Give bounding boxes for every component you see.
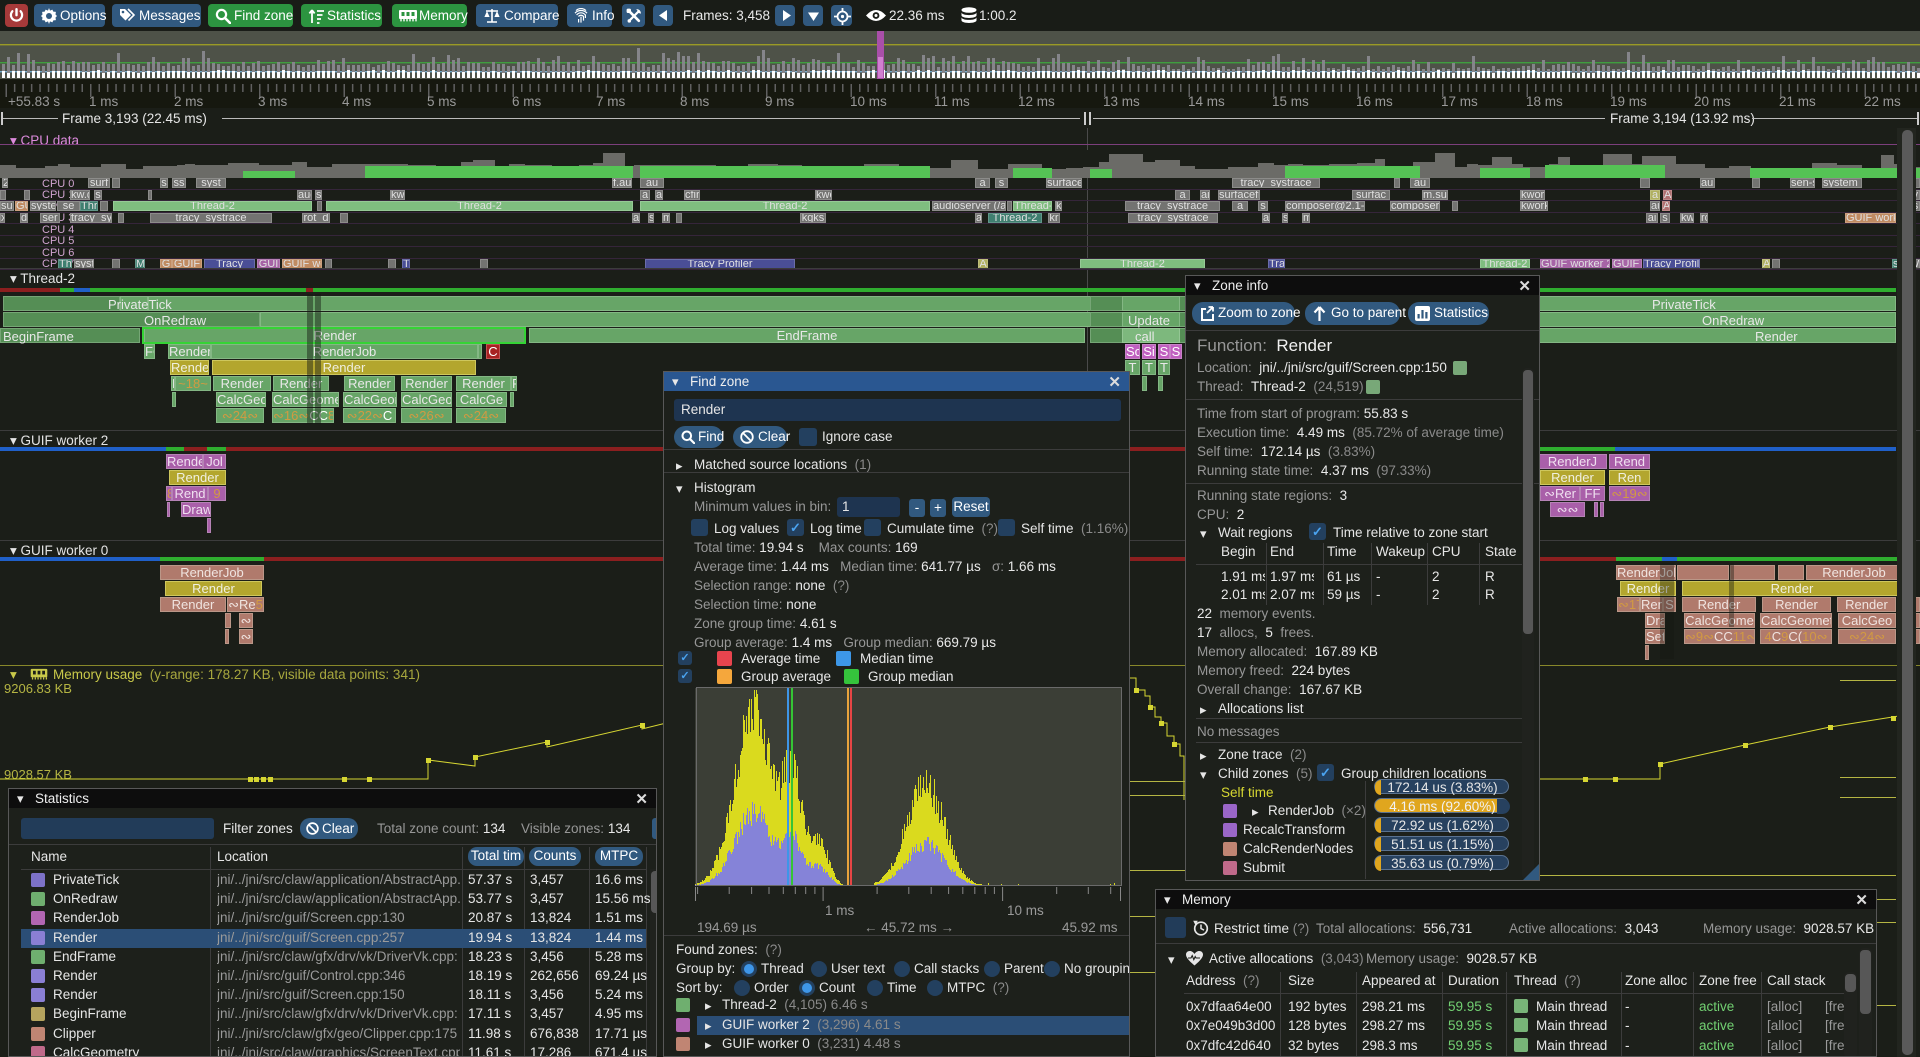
svg-text:1 ms: 1 ms (89, 94, 119, 108)
svg-text:5 ms: 5 ms (427, 94, 457, 108)
svg-text:13 ms: 13 ms (1103, 94, 1140, 108)
svg-text:7 ms: 7 ms (596, 94, 626, 108)
svg-text:20 ms: 20 ms (1694, 94, 1731, 108)
svg-text:19 ms: 19 ms (1610, 94, 1647, 108)
svg-text:14 ms: 14 ms (1188, 94, 1225, 108)
svg-text:6 ms: 6 ms (512, 94, 542, 108)
svg-text:16 ms: 16 ms (1356, 94, 1393, 108)
svg-text:15 ms: 15 ms (1272, 94, 1309, 108)
svg-text:8 ms: 8 ms (680, 94, 710, 108)
svg-text:12 ms: 12 ms (1018, 94, 1055, 108)
svg-text:4 ms: 4 ms (342, 94, 372, 108)
svg-text:3 ms: 3 ms (258, 94, 288, 108)
svg-text:18 ms: 18 ms (1526, 94, 1563, 108)
svg-text:9 ms: 9 ms (765, 94, 795, 108)
svg-text:21 ms: 21 ms (1779, 94, 1816, 108)
svg-text:10 ms: 10 ms (850, 94, 887, 108)
svg-text:11 ms: 11 ms (934, 94, 970, 108)
svg-text:+55.83 s: +55.83 s (8, 94, 60, 108)
svg-text:17 ms: 17 ms (1441, 94, 1478, 108)
svg-text:2 ms: 2 ms (174, 94, 204, 108)
svg-text:22 ms: 22 ms (1864, 94, 1901, 108)
